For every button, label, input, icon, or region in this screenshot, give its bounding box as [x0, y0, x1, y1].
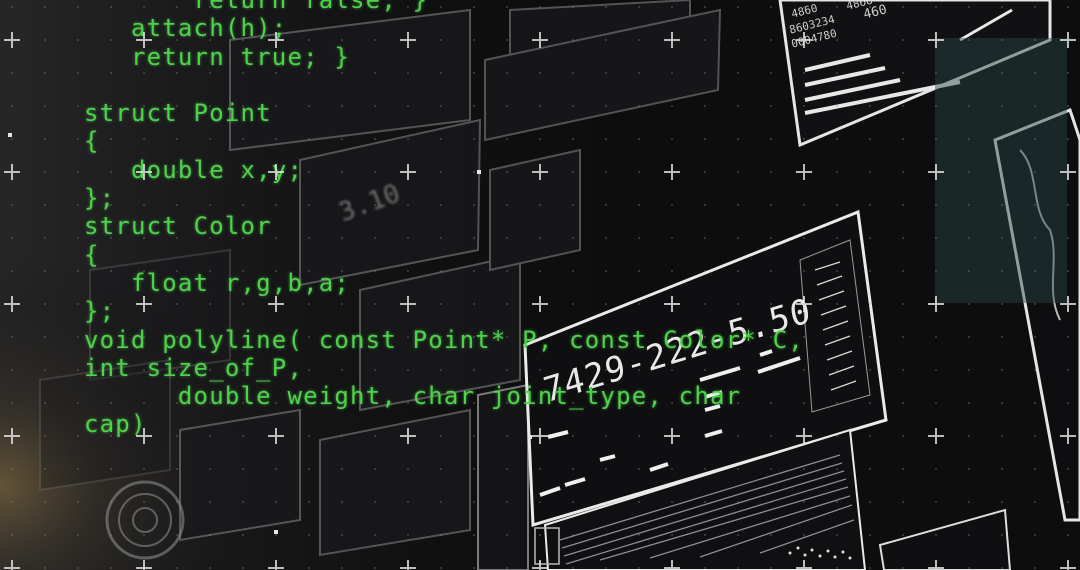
code-line: void polyline( const Point* P, const Col…	[84, 325, 804, 354]
code-line: double x,y;	[84, 155, 304, 184]
hud-scene: 3.10 4860 4868 8603234 0004780 460 7429-…	[0, 0, 1080, 570]
code-line: double weight, char joint_type, char	[84, 382, 742, 411]
code-line: struct Point	[84, 99, 272, 128]
code-line: {	[84, 240, 100, 269]
code-line: float r,g,b,a;	[84, 268, 351, 297]
code-line: struct Color	[84, 212, 272, 241]
code-line: int size_of_P,	[84, 353, 304, 382]
code-line: attach(h);	[84, 14, 288, 43]
code-line: return true; }	[84, 42, 351, 71]
code-line: {	[84, 127, 100, 156]
code-line: };	[84, 297, 116, 326]
code-line: return false; }	[84, 0, 429, 14]
code-line: };	[84, 184, 116, 213]
code-overlay: return false; } attach(h); return true; …	[84, 0, 804, 439]
code-line: cap)	[84, 410, 147, 439]
translucent-teal-panel	[935, 38, 1067, 303]
